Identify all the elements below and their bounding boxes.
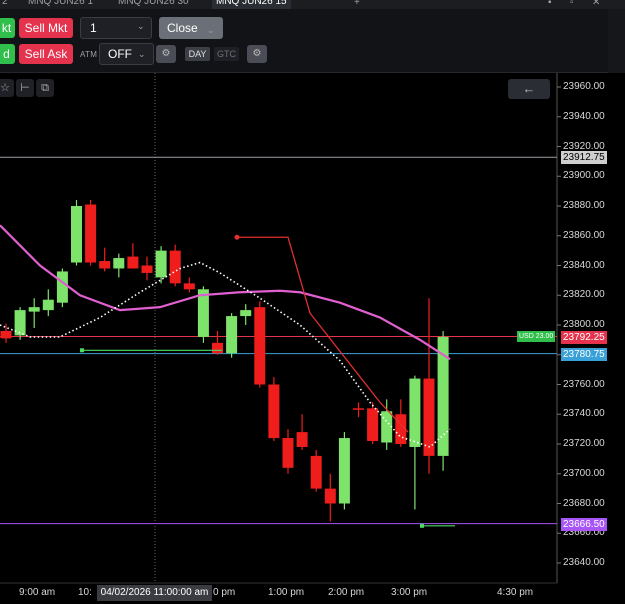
add-tab-button[interactable]: + [354, 0, 360, 8]
time-tick-label: 4:30 pm [497, 587, 534, 598]
price-tick-label: 23820.00 [563, 289, 605, 301]
time-tick-label: 10: [78, 587, 92, 598]
candle-body [353, 408, 364, 410]
atm-select[interactable]: OFF ⌄ [99, 43, 154, 65]
bar-chart-icon[interactable]: ⊢ [16, 79, 34, 97]
price-tick-label: 23840.00 [563, 259, 605, 271]
candle-body [85, 204, 97, 263]
atm-label: ATM [80, 50, 98, 59]
close-button-label: Close [167, 21, 198, 35]
price-tick-label: 23920.00 [563, 140, 605, 152]
price-tick-label: 23880.00 [563, 200, 605, 211]
candle-body [282, 438, 294, 468]
time-tick-label: 9:00 am [19, 587, 56, 598]
chevron-down-icon[interactable]: ⌄ [138, 44, 146, 64]
candle-body [14, 310, 26, 336]
candle-body [423, 378, 435, 456]
price-level-label: 23780.75 [561, 347, 607, 361]
window-maximize-icon[interactable]: ▫ [570, 0, 574, 8]
tab-mnq-15[interactable]: MNQ JUN26 15 [212, 0, 291, 9]
chevron-down-icon[interactable]: ⌄ [207, 19, 215, 41]
position-pnl-tag: USD 23.00 [517, 330, 556, 342]
atm-value: OFF [108, 47, 132, 61]
price-tick-label: 23720.00 [563, 438, 605, 449]
candle-body [183, 283, 195, 290]
price-tick-label: 23940.00 [563, 110, 605, 122]
candle-body [113, 258, 125, 269]
time-tick-label: 3:00 pm [391, 587, 428, 598]
candle-body [268, 384, 280, 439]
time-tick-label: 2:00 pm [328, 587, 365, 598]
crosshair-time-label: 04/02/2026 11:00:00 am [97, 585, 212, 601]
price-level-label: 23912.75 [561, 151, 607, 165]
buy-mkt-button[interactable]: kt [0, 18, 15, 38]
target-marker [80, 348, 84, 353]
price-tick-label: 23900.00 [563, 170, 605, 182]
candle-body [42, 299, 54, 311]
price-tick-label: 23960.00 [563, 81, 605, 92]
candle-body [324, 488, 336, 504]
price-tick-label: 23860.00 [563, 229, 605, 241]
quantity-value: 1 [90, 21, 97, 35]
price-level-label: 23666.50 [561, 517, 607, 531]
sell-mkt-button[interactable]: Sell Mkt [19, 18, 73, 38]
time-tick-label: 1:00 pm [268, 587, 305, 598]
atm-gear-icon[interactable]: ⚙ [156, 45, 176, 63]
star-icon[interactable]: ☆ [0, 79, 14, 97]
tif-day-toggle[interactable]: DAY [185, 47, 210, 61]
time-tick-label: 0 pm [213, 587, 236, 598]
candle-body [56, 271, 68, 303]
target-marker [420, 523, 424, 528]
price-tick-label: 23760.00 [563, 378, 605, 390]
window-close-icon[interactable]: ✕ [592, 0, 600, 8]
price-tick-label: 23680.00 [563, 497, 605, 509]
toolbar-right-edge [608, 9, 625, 73]
candle-body [169, 250, 181, 284]
tab-mnq-30[interactable]: MNQ JUN26 30 [118, 0, 189, 9]
candle-body [127, 256, 139, 269]
candle-body [310, 455, 322, 489]
close-button[interactable]: Close ⌄ [159, 17, 223, 39]
candle-body [226, 316, 238, 354]
tif-gear-icon[interactable]: ⚙ [247, 45, 267, 63]
price-tick-label: 23700.00 [563, 467, 605, 479]
copy-icon[interactable]: ⧉ [36, 79, 54, 97]
candle-body [409, 378, 421, 447]
candle-body [155, 250, 167, 278]
stop-dot [234, 234, 240, 240]
candle-body [99, 261, 111, 269]
candle-body [254, 307, 266, 385]
candle-body [240, 310, 252, 317]
candle-body [71, 206, 82, 263]
candle-body [367, 408, 379, 442]
order-toolbar: kt Sell Mkt 1 ⌄ Close ⌄ d Sell Ask ATM O… [0, 9, 625, 73]
price-tick-label: 23800.00 [563, 319, 605, 330]
buy-bid-button[interactable]: d [0, 44, 15, 64]
price-level-label: 23792.25 [561, 330, 607, 344]
candle-body [338, 438, 350, 504]
quantity-input[interactable]: 1 ⌄ [80, 17, 152, 39]
chevron-down-icon[interactable]: ⌄ [137, 21, 145, 32]
sell-ask-button[interactable]: Sell Ask [19, 44, 73, 64]
candle-body [296, 432, 308, 447]
tab-chart-2[interactable]: 2 [2, 0, 8, 9]
candle-body [212, 342, 223, 354]
candle-body [141, 265, 153, 273]
arrow-left-icon[interactable]: ← [508, 79, 550, 99]
candle-body [28, 307, 40, 312]
tab-mnq-1[interactable]: MNQ JUN26 1 [28, 0, 93, 9]
price-tick-label: 23740.00 [563, 408, 605, 420]
tab-strip: 2 MNQ JUN26 1 MNQ JUN26 30 MNQ JUN26 15 … [0, 0, 625, 9]
window-minimize-icon[interactable]: ▪ [548, 0, 552, 8]
candle-body [0, 330, 12, 339]
tif-gtc-toggle[interactable]: GTC [214, 47, 239, 61]
price-tick-label: 23640.00 [563, 557, 605, 568]
